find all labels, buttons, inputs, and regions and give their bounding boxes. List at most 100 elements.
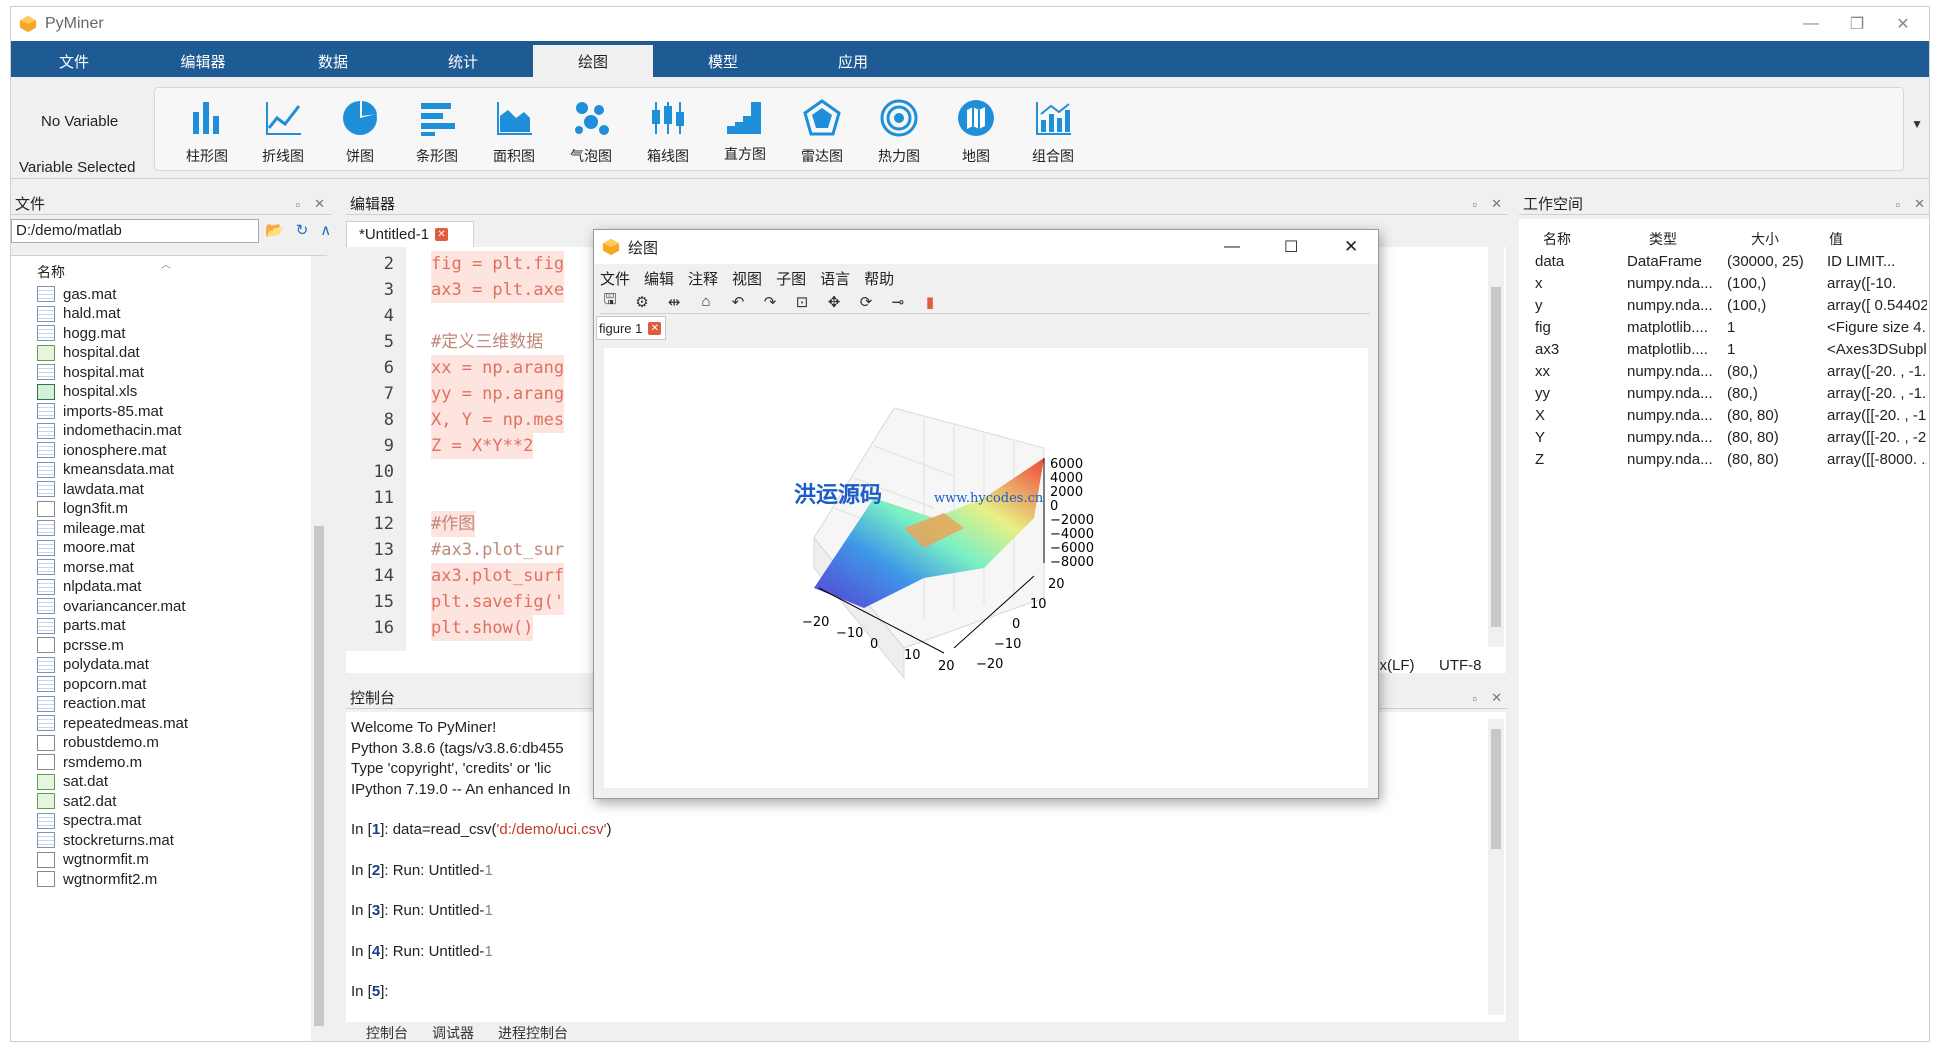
ws-cell-type[interactable]: numpy.nda... (1627, 405, 1725, 427)
ws-cell-type[interactable]: matplotlib.... (1627, 317, 1725, 339)
figure-maximize-button[interactable]: ☐ (1284, 237, 1298, 257)
ws-cell-value[interactable]: ID LIMIT... (1827, 251, 1927, 273)
ws-cell-name[interactable]: y (1535, 295, 1605, 317)
combo-chart-button[interactable]: 组合图 (1013, 88, 1093, 172)
ws-cell-name[interactable]: xx (1535, 361, 1605, 383)
bar-chart-button[interactable]: 柱形图 (167, 88, 247, 172)
ribbon-expand-icon[interactable]: ▼ (1911, 117, 1923, 131)
heatmap-button[interactable]: 热力图 (859, 88, 939, 172)
ws-cell-type[interactable]: matplotlib.... (1627, 339, 1725, 361)
up-directory-icon[interactable]: ∧ (320, 221, 331, 239)
close-panel-icon[interactable]: ✕ (314, 196, 325, 212)
pan-icon[interactable]: ✥ (824, 293, 844, 311)
code-line[interactable]: ax3 = plt.axe (431, 277, 565, 303)
code-line[interactable]: xx = np.arang (431, 355, 565, 381)
code-line[interactable]: fig = plt.fig (431, 251, 565, 277)
figure-menu-language[interactable]: 语言 (820, 268, 850, 289)
ws-cell-name[interactable]: X (1535, 405, 1605, 427)
ws-cell-size[interactable]: (30000, 25) (1727, 251, 1823, 273)
menu-tab-stats[interactable]: 统计 (403, 45, 523, 77)
ws-cell-size[interactable]: (80,) (1727, 361, 1823, 383)
ws-cell-size[interactable]: (80,) (1727, 383, 1823, 405)
ws-cell-size[interactable]: 1 (1727, 339, 1823, 361)
ws-cell-name[interactable]: data (1535, 251, 1605, 273)
menu-tab-data[interactable]: 数据 (273, 45, 393, 77)
box-plot-button[interactable]: 箱线图 (628, 88, 708, 172)
close-panel-icon[interactable]: ✕ (1914, 196, 1925, 212)
ws-cell-value[interactable]: <Figure size 4... (1827, 317, 1927, 339)
colorbar-icon[interactable]: ▮ (920, 293, 940, 311)
ws-cell-value[interactable]: array([ 0.54402 (1827, 295, 1927, 317)
close-panel-icon[interactable]: ✕ (1491, 690, 1502, 706)
zoom-icon[interactable]: ⊡ (792, 293, 812, 311)
menu-tab-apps[interactable]: 应用 (793, 45, 913, 77)
ws-cell-size[interactable]: (80, 80) (1727, 405, 1823, 427)
editor-scrollbar[interactable] (1488, 247, 1504, 647)
ws-cell-size[interactable]: (80, 80) (1727, 427, 1823, 449)
home-icon[interactable]: ⌂ (696, 293, 716, 310)
line-chart-button[interactable]: 折线图 (243, 88, 323, 172)
ws-cell-value[interactable]: array([-20. , -1... (1827, 361, 1927, 383)
ws-cell-size[interactable]: 1 (1727, 317, 1823, 339)
float-icon[interactable]: ▫ (295, 197, 300, 212)
code-line[interactable]: #作图 (431, 511, 476, 537)
ws-cell-name[interactable]: yy (1535, 383, 1605, 405)
back-icon[interactable]: ↶ (728, 293, 748, 311)
float-icon[interactable]: ▫ (1895, 197, 1900, 212)
code-line[interactable]: #ax3.plot_sur (431, 537, 564, 563)
ws-cell-value[interactable]: <Axes3DSubpl... (1827, 339, 1927, 361)
ws-cell-name[interactable]: x (1535, 273, 1605, 295)
ws-cell-name[interactable]: Z (1535, 449, 1605, 471)
code-line[interactable]: yy = np.arang (431, 381, 565, 407)
tab-debugger[interactable]: 调试器 (432, 1023, 474, 1041)
open-folder-icon[interactable]: 📂 (265, 221, 284, 239)
ws-cell-type[interactable]: numpy.nda... (1627, 427, 1725, 449)
path-input[interactable]: D:/demo/matlab (11, 219, 259, 243)
figure-close-button[interactable]: ✕ (1344, 237, 1358, 257)
area-chart-button[interactable]: 面积图 (474, 88, 554, 172)
ws-col-value[interactable]: 值 (1829, 229, 1843, 249)
bubble-chart-button[interactable]: 气泡图 (551, 88, 631, 172)
refresh-icon[interactable]: ↻ (296, 221, 309, 239)
figure-menu-subplot[interactable]: 子图 (776, 268, 806, 289)
ws-cell-value[interactable]: array([[-20. , -2... (1827, 427, 1927, 449)
close-panel-icon[interactable]: ✕ (1491, 196, 1502, 212)
code-line[interactable]: ax3.plot_surf (431, 563, 565, 589)
figure-menu-edit[interactable]: 编辑 (644, 268, 674, 289)
menu-tab-model[interactable]: 模型 (663, 45, 783, 77)
ws-col-size[interactable]: 大小 (1751, 229, 1779, 249)
tab-process-console[interactable]: 进程控制台 (498, 1023, 568, 1041)
figure-menu-help[interactable]: 帮助 (864, 268, 894, 289)
console-scrollbar[interactable] (1488, 719, 1504, 1015)
figure-menu-annotate[interactable]: 注释 (688, 268, 718, 289)
float-icon[interactable]: ▫ (1472, 691, 1477, 706)
settings-icon[interactable]: ⚙ (632, 293, 652, 311)
figure-menu-view[interactable]: 视图 (732, 268, 762, 289)
file-column-header[interactable]: 名称 (37, 262, 65, 282)
ws-cell-value[interactable]: array([[-8000. ... (1827, 449, 1927, 471)
radar-chart-button[interactable]: 雷达图 (782, 88, 862, 172)
histogram-button[interactable]: 直方图 (705, 88, 785, 172)
ws-cell-size[interactable]: (100,) (1727, 273, 1823, 295)
ws-cell-type[interactable]: numpy.nda... (1627, 295, 1725, 317)
float-icon[interactable]: ▫ (1472, 197, 1477, 212)
ws-cell-name[interactable]: Y (1535, 427, 1605, 449)
editor-tab-untitled[interactable]: *Untitled-1 ✕ (346, 221, 474, 247)
ws-cell-type[interactable]: DataFrame (1627, 251, 1725, 273)
ws-cell-type[interactable]: numpy.nda... (1627, 361, 1725, 383)
close-button[interactable]: ✕ (1873, 7, 1929, 41)
figure-menu-file[interactable]: 文件 (600, 268, 630, 289)
file-list-scrollbar[interactable] (311, 256, 327, 1041)
ws-cell-value[interactable]: array([-20. , -1... (1827, 383, 1927, 405)
menu-tab-file[interactable]: 文件 (14, 45, 134, 77)
figure-minimize-button[interactable]: — (1224, 238, 1240, 256)
code-line[interactable]: Z = X*Y**2 (431, 433, 534, 459)
figure-tab[interactable]: figure 1 ✕ (596, 316, 666, 340)
close-tab-icon[interactable]: ✕ (435, 228, 449, 241)
ws-cell-value[interactable]: array([[-20. , -1... (1827, 405, 1927, 427)
rotate-icon[interactable]: ⟳ (856, 293, 876, 311)
ws-col-type[interactable]: 类型 (1649, 229, 1677, 249)
file-item[interactable]: wgtnormfit2.m (37, 867, 157, 891)
adjust-subplots-icon[interactable]: ⇹ (664, 293, 684, 311)
ws-cell-size[interactable]: (100,) (1727, 295, 1823, 317)
